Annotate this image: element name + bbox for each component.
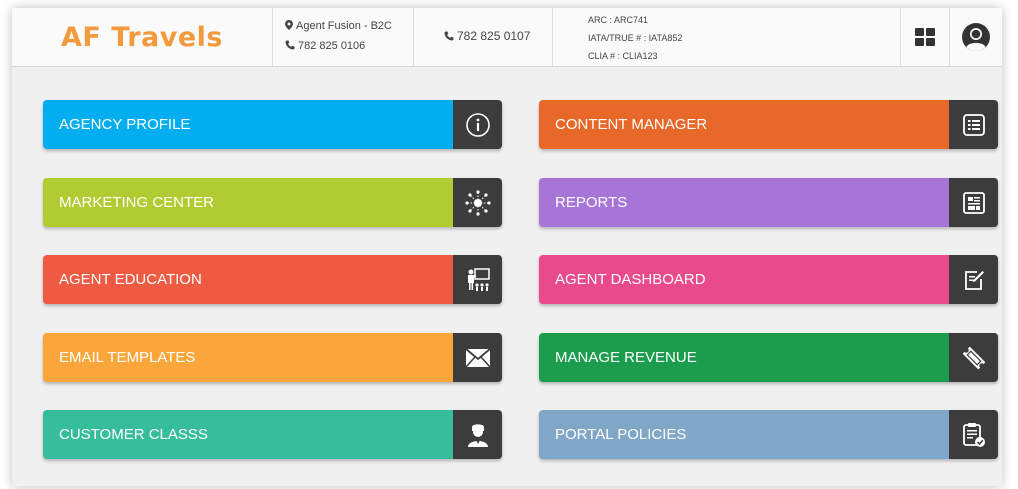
iata-code: IATA/TRUE # : IATA852 [588,33,683,43]
user-icon [453,410,502,459]
app-frame: AF Travels Agent Fusion - B2C 782 825 01… [12,8,1002,486]
phone-icon [285,40,295,50]
arc-code: ARC : ARC741 [588,15,649,25]
agency-codes: ARC : ARC741 IATA/TRUE # : IATA852 CLIA … [553,8,901,66]
tile-label: MANAGE REVENUE [555,349,697,366]
apps-grid-button[interactable] [901,8,950,66]
user-menu-button[interactable] [950,8,1002,66]
tile-label: CONTENT MANAGER [555,116,708,133]
tile-label: AGENT DASHBOARD [555,271,706,288]
tile-agent-dashboard[interactable]: AGENT DASHBOARD [539,255,998,304]
contact-phone-number: 782 825 0107 [457,29,531,43]
tile-agent-education[interactable]: AGENT EDUCATION [43,255,502,304]
clia-code: CLIA # : CLIA123 [588,51,658,61]
agent-name-line: Agent Fusion - B2C [285,20,392,32]
info-icon [453,100,502,149]
list-icon [949,100,998,149]
clipboard-check-icon [949,410,998,459]
agent-phone-line: 782 825 0106 [285,40,365,52]
tile-label: CUSTOMER CLASSS [59,426,208,443]
tile-label: EMAIL TEMPLATES [59,349,196,366]
tile-label: REPORTS [555,194,628,211]
presentation-icon [453,255,502,304]
contact-phone-line: 782 825 0107 [444,29,530,43]
envelope-icon [453,333,502,382]
tile-content-manager[interactable]: CONTENT MANAGER [539,100,998,149]
contact-phone: 782 825 0107 [414,8,553,66]
report-icon [949,178,998,227]
agent-info: Agent Fusion - B2C 782 825 0106 [273,8,414,66]
tile-manage-revenue[interactable]: MANAGE REVENUE [539,333,998,382]
user-avatar-icon [962,23,990,51]
tile-reports[interactable]: REPORTS [539,178,998,227]
tile-portal-policies[interactable]: PORTAL POLICIES [539,410,998,459]
tile-label: MARKETING CENTER [59,194,215,211]
tile-label: AGENT EDUCATION [59,271,202,288]
brand-logo[interactable]: AF Travels [12,8,273,66]
tile-customer-classs[interactable]: CUSTOMER CLASSS [43,410,502,459]
agent-name: Agent Fusion - B2C [296,20,392,32]
map-marker-icon [285,20,293,30]
phone-icon [444,31,454,41]
top-header: AF Travels Agent Fusion - B2C 782 825 01… [12,8,1002,67]
network-icon [453,178,502,227]
tile-agency-profile[interactable]: AGENCY PROFILE [43,100,502,149]
ticket-icon [949,333,998,382]
tile-label: AGENCY PROFILE [59,116,191,133]
edit-icon [949,255,998,304]
agent-phone: 782 825 0106 [298,40,366,52]
tile-label: PORTAL POLICIES [555,426,687,443]
tile-marketing-center[interactable]: MARKETING CENTER [43,178,502,227]
tile-email-templates[interactable]: EMAIL TEMPLATES [43,333,502,382]
grid-icon [915,28,935,46]
